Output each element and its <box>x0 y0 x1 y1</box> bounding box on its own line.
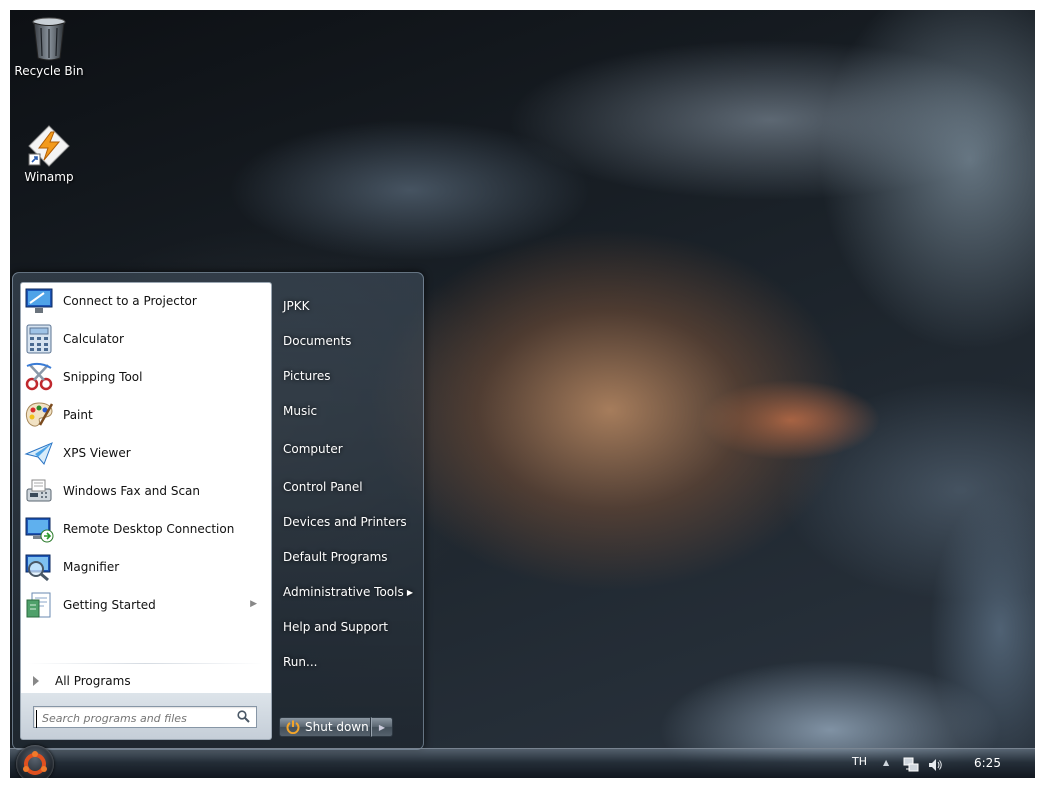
network-icon[interactable] <box>903 757 919 773</box>
program-label: Windows Fax and Scan <box>63 484 201 498</box>
place-label: Run... <box>283 655 318 669</box>
place-label: Devices and Printers <box>283 515 407 529</box>
remote-desktop-icon <box>23 513 55 545</box>
clock[interactable]: 6:25 <box>974 756 1001 770</box>
program-label: Getting Started <box>63 598 156 612</box>
program-label: Snipping Tool <box>63 370 143 384</box>
recycle-bin-icon <box>32 17 66 61</box>
search-box <box>33 706 257 728</box>
place-label: Help and Support <box>283 620 388 634</box>
power-icon <box>286 720 300 734</box>
shutdown-label: Shut down <box>305 720 369 734</box>
divider <box>27 663 263 664</box>
desktop-icon-label: Winamp <box>24 170 74 184</box>
place-label: Default Programs <box>283 550 388 564</box>
place-label: Documents <box>283 334 352 348</box>
projector-icon <box>23 285 55 317</box>
shutdown-options-button[interactable]: ▶ <box>371 717 393 737</box>
program-windows-fax-and-scan[interactable]: Windows Fax and Scan <box>23 474 267 508</box>
fax-icon <box>23 475 55 507</box>
program-label: Paint <box>63 408 93 422</box>
show-hidden-icons-button[interactable]: ▲ <box>883 758 889 767</box>
submenu-arrow-icon: ▶ <box>406 587 413 597</box>
place-music[interactable]: Music <box>279 399 419 423</box>
desktop-icon-winamp[interactable]: Winamp <box>10 124 88 184</box>
program-label: Calculator <box>63 332 124 346</box>
palette-icon <box>23 399 55 431</box>
getting-started-icon <box>23 589 55 621</box>
start-menu: Connect to a Projector Calculator Snippi… <box>12 272 424 750</box>
search-icon[interactable] <box>237 710 250 723</box>
program-label: Magnifier <box>63 560 120 574</box>
place-label: JPKK <box>283 299 310 313</box>
place-computer[interactable]: Computer <box>279 437 419 461</box>
place-run[interactable]: Run... <box>279 650 419 674</box>
language-indicator[interactable]: TH <box>852 755 867 768</box>
triangle-right-icon <box>33 676 39 686</box>
place-label: Pictures <box>283 369 331 383</box>
paper-plane-icon <box>23 437 55 469</box>
scissors-icon <box>23 361 55 393</box>
program-xps-viewer[interactable]: XPS Viewer <box>23 436 267 470</box>
program-remote-desktop-connection[interactable]: Remote Desktop Connection <box>23 512 267 546</box>
program-getting-started[interactable]: Getting Started ▶ <box>23 588 267 622</box>
place-documents[interactable]: Documents <box>279 329 419 353</box>
desktop-icon-recycle-bin[interactable]: Recycle Bin <box>10 16 88 78</box>
program-label: XPS Viewer <box>63 446 131 460</box>
place-label: Administrative Tools <box>283 585 404 599</box>
place-control-panel[interactable]: Control Panel <box>279 475 419 499</box>
desktop-icon-label: Recycle Bin <box>14 64 84 78</box>
program-label: Connect to a Projector <box>63 294 197 308</box>
taskbar: TH ▲ 6:25 <box>10 745 1035 778</box>
calculator-icon <box>23 323 55 355</box>
program-connect-to-projector[interactable]: Connect to a Projector <box>23 284 267 318</box>
winamp-icon <box>28 125 70 167</box>
program-calculator[interactable]: Calculator <box>23 322 267 356</box>
place-label: Music <box>283 404 318 418</box>
place-devices-and-printers[interactable]: Devices and Printers <box>279 510 419 534</box>
place-administrative-tools[interactable]: Administrative Tools ▶ <box>279 580 419 604</box>
place-default-programs[interactable]: Default Programs <box>279 545 419 569</box>
submenu-arrow-icon: ▶ <box>250 599 257 609</box>
all-programs-button[interactable]: All Programs <box>23 671 267 691</box>
place-label: Control Panel <box>283 480 363 494</box>
place-help-and-support[interactable]: Help and Support <box>279 615 419 639</box>
place-pictures[interactable]: Pictures <box>279 364 419 388</box>
search-input[interactable] <box>36 709 232 728</box>
search-area <box>20 693 272 740</box>
programs-pane: Connect to a Projector Calculator Snippi… <box>20 282 272 694</box>
program-paint[interactable]: Paint <box>23 398 267 432</box>
place-label: Computer <box>283 442 343 456</box>
volume-icon[interactable] <box>927 757 943 773</box>
program-magnifier[interactable]: Magnifier <box>23 550 267 584</box>
desktop: Recycle Bin Winamp Connect to a Projecto… <box>10 10 1035 778</box>
start-orb-icon <box>23 751 47 775</box>
place-user-folder[interactable]: JPKK <box>279 294 419 318</box>
chevron-right-icon: ▶ <box>378 722 386 732</box>
all-programs-label: All Programs <box>55 674 131 688</box>
program-snipping-tool[interactable]: Snipping Tool <box>23 360 267 394</box>
magnifier-icon <box>23 551 55 583</box>
program-label: Remote Desktop Connection <box>63 522 235 536</box>
start-button[interactable] <box>16 745 54 778</box>
shutdown-button[interactable]: Shut down <box>279 717 371 737</box>
